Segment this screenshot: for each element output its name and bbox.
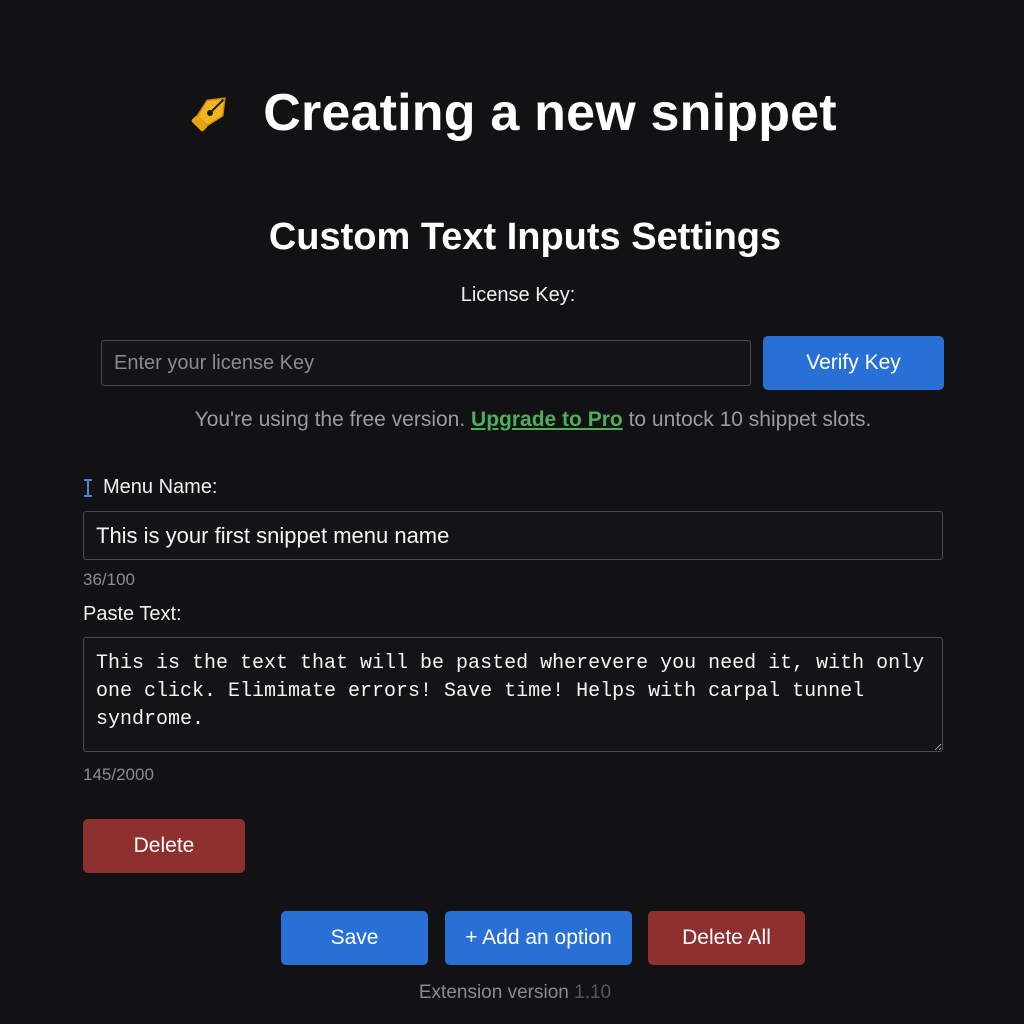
header: Creating a new snippet: [0, 78, 1024, 148]
menu-name-label-row: Menu Name:: [83, 476, 218, 499]
extension-version: Extension version 1.10: [0, 982, 1024, 1004]
paste-text-area[interactable]: This is the text that will be pasted whe…: [83, 637, 943, 752]
settings-title: Custom Text Inputs Settings: [268, 216, 782, 258]
verify-key-button[interactable]: Verify Key: [763, 336, 944, 390]
menu-name-input[interactable]: [83, 511, 943, 560]
menu-name-label: Menu Name:: [103, 476, 218, 498]
menu-name-counter: 36/100: [83, 570, 135, 589]
snippet-editor-page: Creating a new snippet Custom Text Input…: [0, 0, 1024, 1024]
paste-text-label: Paste Text:: [83, 603, 182, 626]
text-cursor-icon: [83, 477, 93, 499]
paste-text-label-text: Paste Text:: [83, 603, 182, 625]
delete-button[interactable]: Delete: [83, 819, 245, 873]
license-key-input[interactable]: [101, 340, 751, 386]
version-label: Extension version: [418, 982, 569, 1003]
page-title: Creating a new snippet: [263, 84, 837, 142]
license-key-label: License Key:: [460, 284, 576, 306]
version-number: 1.10: [574, 982, 612, 1003]
paste-text-counter: 145/2000: [83, 765, 154, 784]
save-button[interactable]: Save: [281, 911, 428, 965]
upgrade-to-pro-link[interactable]: Upgrade to Pro: [471, 408, 623, 431]
delete-all-button[interactable]: Delete All: [648, 911, 805, 965]
pen-icon: [187, 90, 233, 136]
free-note-suffix: to untock 10 shippet slots.: [628, 408, 872, 431]
add-option-button[interactable]: + Add an option: [445, 911, 632, 965]
free-note-prefix: You're using the free version.: [194, 408, 466, 431]
free-version-note: You're using the free version. Upgrade t…: [0, 408, 1024, 432]
